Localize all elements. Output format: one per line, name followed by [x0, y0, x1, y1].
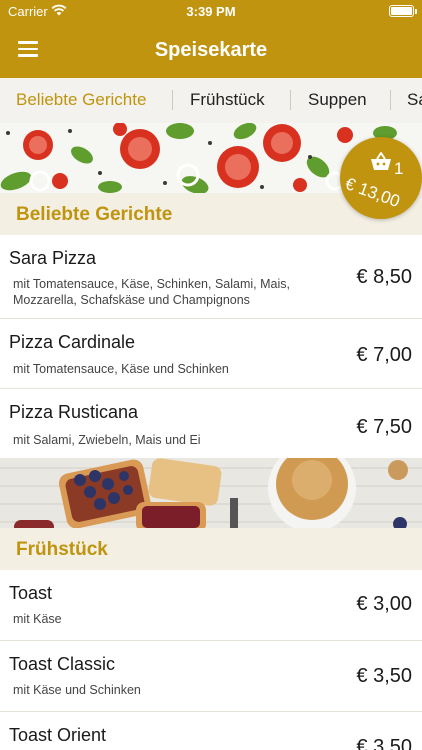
menu-item[interactable]: Sara Pizza mit Tomatensauce, Käse, Schin…	[0, 235, 422, 319]
menu-item-name: Toast Classic	[9, 654, 116, 674]
cart-button[interactable]: 1 € 13,00	[340, 137, 422, 219]
menu-item-name: Pizza Rusticana	[9, 402, 139, 422]
menu-item[interactable]: Toast Classic mit Käse und Schinken € 3,…	[0, 641, 422, 712]
cart-total: € 13,00	[342, 173, 403, 212]
tab-divider	[290, 90, 291, 110]
status-time: 3:39 PM	[186, 4, 236, 19]
menu-item[interactable]: Pizza Cardinale mit Tomatensauce, Käse u…	[0, 319, 422, 389]
navigation-bar: Carrier 3:39 PM Speisekarte	[0, 0, 422, 78]
tab-beliebte-gerichte[interactable]: Beliebte Gerichte	[16, 90, 146, 110]
menu-item-price: € 3,50	[356, 665, 412, 687]
menu-item-description: mit Tomatensauce, Käse, Schinken, Salami…	[13, 277, 290, 307]
menu-item-name: Pizza Cardinale	[9, 332, 136, 352]
breakfast-category-banner	[0, 458, 422, 528]
menu-item[interactable]: Toast mit Käse € 3,00	[0, 570, 422, 641]
cart-item-count: 1	[394, 159, 404, 178]
page-title: Speisekarte	[154, 39, 268, 61]
menu-item-price: € 3,00	[356, 593, 412, 615]
menu-item-description: mit Käse	[13, 612, 62, 626]
menu-item-description: mit Salami, Zwiebeln, Mais und Ei	[13, 433, 201, 447]
tab-suppen[interactable]: Suppen	[308, 90, 367, 110]
menu-item-price: € 8,50	[356, 266, 412, 288]
menu-item-description: mit Käse und Schinken	[13, 683, 141, 697]
tab-divider	[172, 90, 173, 110]
category-tabs: Beliebte Gerichte Frühstück Suppen Sa	[0, 78, 422, 123]
tab-divider	[390, 90, 391, 110]
section-title-fruehstueck: Frühstück	[0, 528, 422, 570]
menu-item-description: mit Tomatensauce, Käse und Schinken	[13, 362, 229, 376]
menu-item-price: € 3,50	[356, 736, 412, 750]
menu-item-price: € 7,50	[356, 416, 412, 438]
shopping-basket-icon	[371, 152, 391, 170]
menu-item[interactable]: Toast Orient € 3,50	[0, 712, 422, 750]
tab-more[interactable]: Sa	[407, 90, 422, 110]
battery-icon	[389, 5, 417, 17]
menu-item-name: Sara Pizza	[9, 248, 97, 268]
menu-item[interactable]: Pizza Rusticana mit Salami, Zwiebeln, Ma…	[0, 389, 422, 458]
menu-item-price: € 7,00	[356, 344, 412, 366]
status-bar: Carrier 3:39 PM	[0, 0, 422, 22]
menu-item-name: Toast Orient	[9, 725, 107, 745]
tab-fruehstueck[interactable]: Frühstück	[190, 90, 265, 110]
menu-item-name: Toast	[9, 583, 53, 603]
